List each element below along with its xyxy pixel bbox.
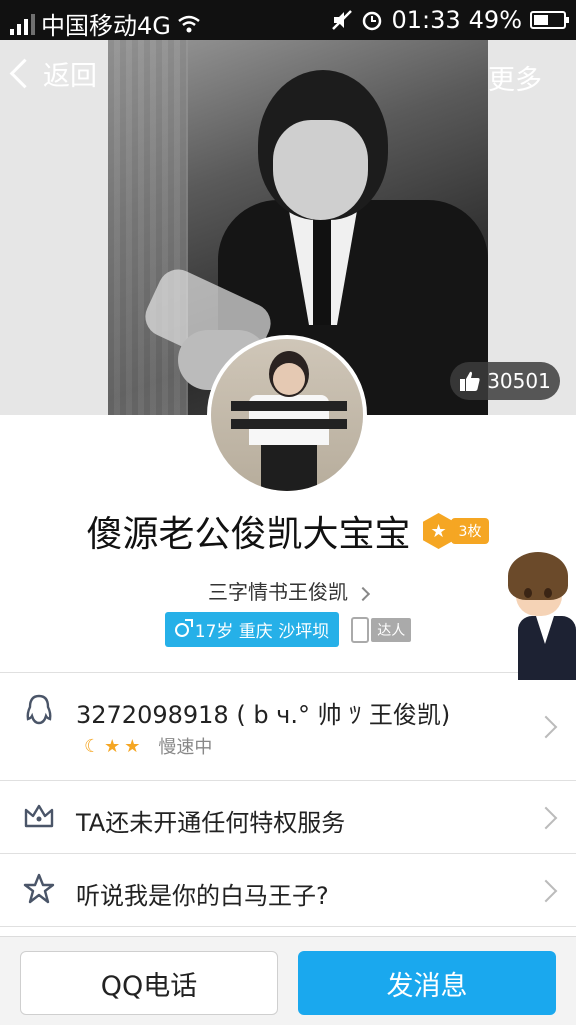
chevron-right-icon bbox=[534, 715, 558, 739]
group-name: 三字情书王俊凯 bbox=[208, 580, 348, 604]
star-icon: ★ bbox=[104, 735, 121, 757]
like-count: 30501 bbox=[487, 369, 551, 393]
tags-row: 17岁 重庆 沙坪坝 达人 bbox=[0, 612, 576, 647]
qq-account-row[interactable]: 3272098918 ( b ч.° 帅 ﾂ 王俊凯) ☾ ★ ★ 慢速中 bbox=[0, 673, 576, 780]
nickname: 傻源老公俊凯大宝宝 bbox=[86, 514, 411, 555]
medal-count: 3枚 bbox=[450, 518, 490, 544]
divider bbox=[0, 926, 576, 927]
signal-icon bbox=[10, 13, 35, 35]
star-outline-icon bbox=[23, 873, 55, 904]
talent-tag[interactable]: 达人 bbox=[351, 616, 412, 643]
back-label: 返回 bbox=[43, 61, 97, 92]
status-left: 中国移动4G bbox=[10, 6, 201, 41]
mute-icon bbox=[332, 10, 353, 30]
battery-percent: 49% bbox=[468, 6, 522, 34]
privilege-row[interactable]: TA还未开通任何特权服务 bbox=[0, 781, 576, 853]
signature-text: 听说我是你的白马王子? bbox=[76, 882, 329, 910]
speed-status: 慢速中 bbox=[158, 737, 213, 758]
group-link[interactable]: 三字情书王俊凯 bbox=[0, 576, 576, 605]
winged-phone-icon bbox=[351, 616, 370, 643]
privilege-text: TA还未开通任何特权服务 bbox=[76, 809, 346, 837]
penguin-icon bbox=[26, 694, 52, 725]
star-medal-icon: ★ bbox=[422, 513, 455, 549]
info-tag-label: 17岁 重庆 沙坪坝 bbox=[194, 622, 330, 642]
back-button[interactable]: 返回 bbox=[9, 54, 97, 93]
chevron-right-icon bbox=[534, 806, 558, 830]
clock-label: 01:33 bbox=[391, 6, 461, 34]
like-button[interactable]: 30501 bbox=[450, 362, 560, 400]
moon-icon: ☾ bbox=[84, 735, 101, 757]
nickname-row: 傻源老公俊凯大宝宝 ★ 3枚 bbox=[0, 505, 576, 557]
status-right: 01:33 49% bbox=[331, 6, 569, 34]
chevron-left-icon bbox=[9, 58, 40, 89]
battery-icon bbox=[530, 11, 569, 29]
male-icon bbox=[174, 618, 193, 637]
carrier-label: 中国移动4G bbox=[41, 12, 171, 40]
thumbs-up-icon bbox=[460, 371, 480, 391]
qq-account-text: 3272098918 ( b ч.° 帅 ﾂ 王俊凯) bbox=[76, 701, 451, 729]
signature-row[interactable]: 听说我是你的白马王子? bbox=[0, 854, 576, 926]
medal-badge[interactable]: ★ 3枚 bbox=[422, 513, 490, 549]
qq-call-button[interactable]: QQ电话 bbox=[20, 951, 278, 1015]
info-tag: 17岁 重庆 沙坪坝 bbox=[164, 612, 340, 647]
qq-level-row: ☾ ★ ★ 慢速中 bbox=[84, 733, 212, 759]
wifi-icon bbox=[178, 15, 200, 32]
cartoon-pendant[interactable] bbox=[500, 550, 576, 680]
bottom-action-bar: QQ电话 发消息 bbox=[0, 936, 576, 1025]
send-message-button[interactable]: 发消息 bbox=[298, 951, 556, 1015]
alarm-icon bbox=[363, 11, 382, 31]
chevron-right-icon bbox=[534, 879, 558, 903]
chevron-right-icon bbox=[355, 586, 371, 601]
talent-tag-label: 达人 bbox=[371, 617, 412, 642]
more-button[interactable]: 更多 bbox=[488, 58, 542, 97]
status-bar: 中国移动4G 01:33 49% bbox=[0, 0, 576, 40]
avatar[interactable] bbox=[207, 335, 367, 495]
crown-icon bbox=[24, 804, 54, 828]
star-icon: ★ bbox=[124, 735, 141, 757]
